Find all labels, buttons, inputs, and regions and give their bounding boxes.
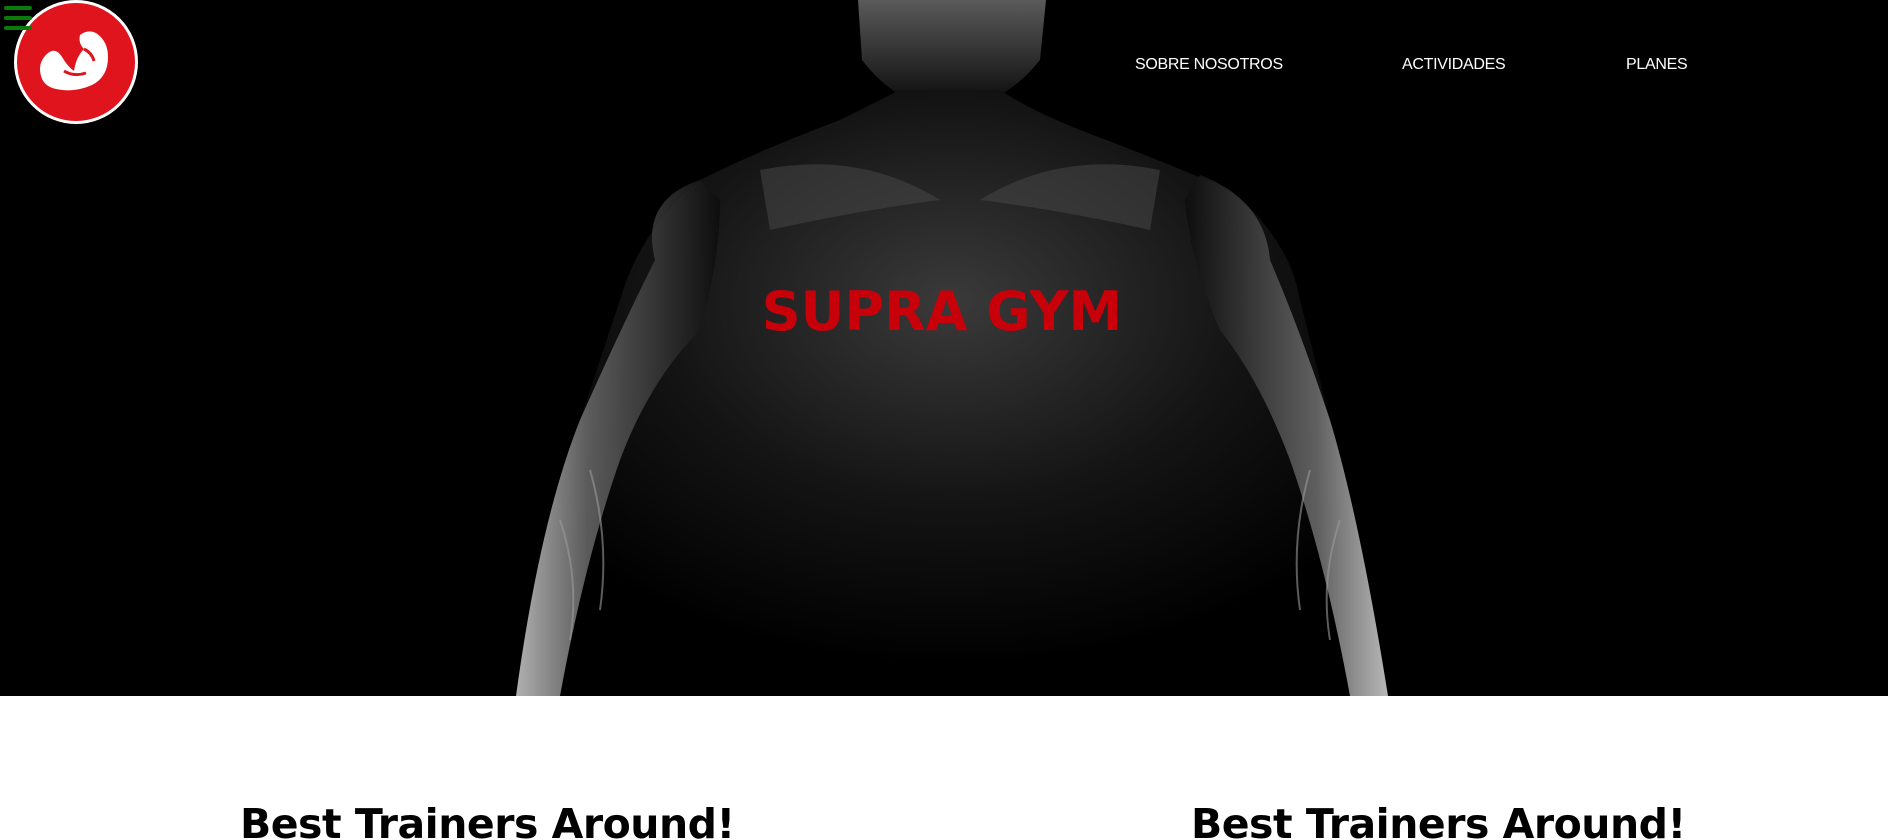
menu-bar — [4, 6, 32, 10]
flexed-bicep-icon — [40, 31, 108, 91]
menu-bar — [4, 26, 32, 30]
nav-link-planes[interactable]: PLANES — [1626, 56, 1688, 74]
muscular-torso-photo — [0, 0, 1888, 696]
hamburger-menu-icon[interactable] — [4, 6, 34, 30]
main-navigation: SOBRE NOSOTROS ACTIVIDADES PLANES — [1100, 56, 1800, 78]
feature-heading: Best Trainers Around! — [240, 800, 735, 840]
features-section: Best Trainers Around! Best Trainers Arou… — [0, 696, 1888, 840]
feature-heading: Best Trainers Around! — [1191, 800, 1686, 840]
nav-link-actividades[interactable]: ACTIVIDADES — [1402, 56, 1506, 74]
hero-title: SUPRA GYM — [761, 280, 1123, 343]
hero-section: SOBRE NOSOTROS ACTIVIDADES PLANES SUPRA … — [0, 0, 1888, 696]
nav-link-sobre-nosotros[interactable]: SOBRE NOSOTROS — [1135, 56, 1283, 74]
menu-bar — [4, 16, 32, 20]
